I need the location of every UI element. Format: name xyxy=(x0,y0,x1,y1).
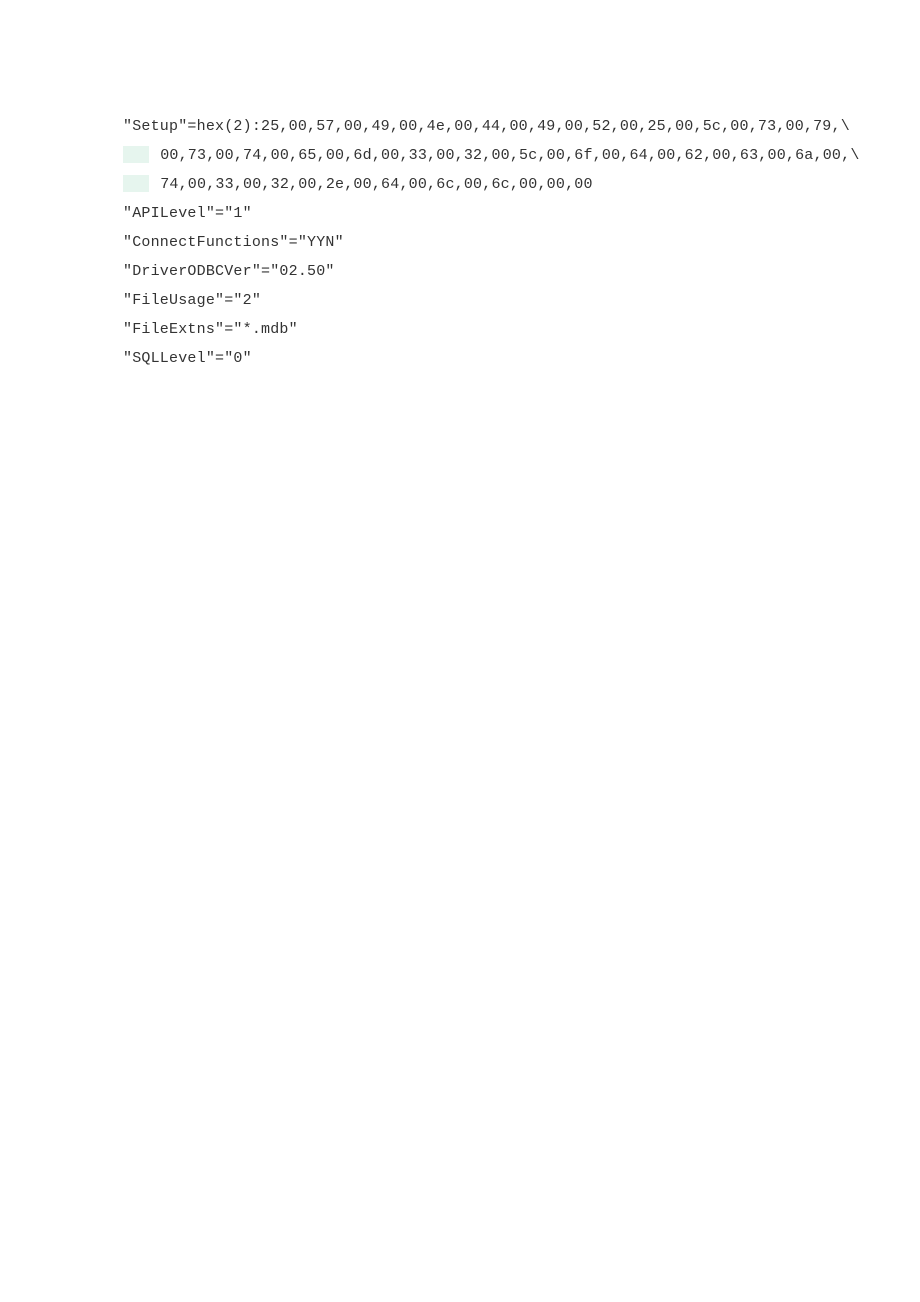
indent-marker xyxy=(123,175,149,192)
code-text: 74,00,33,00,32,00,2e,00,64,00,6c,00,6c,0… xyxy=(160,176,592,193)
code-line: "DriverODBCVer"="02.50" xyxy=(123,257,900,286)
code-line: "ConnectFunctions"="YYN" xyxy=(123,228,900,257)
code-line: "SQLLevel"="0" xyxy=(123,344,900,373)
code-text: 00,73,00,74,00,65,00,6d,00,33,00,32,00,5… xyxy=(160,147,859,164)
code-line: 74,00,33,00,32,00,2e,00,64,00,6c,00,6c,0… xyxy=(123,170,900,199)
code-line: "APILevel"="1" xyxy=(123,199,900,228)
code-line: 00,73,00,74,00,65,00,6d,00,33,00,32,00,5… xyxy=(123,141,900,170)
document-page: "Setup"=hex(2):25,00,57,00,49,00,4e,00,4… xyxy=(0,0,920,373)
code-line: "FileExtns"="*.mdb" xyxy=(123,315,900,344)
code-line: "Setup"=hex(2):25,00,57,00,49,00,4e,00,4… xyxy=(123,112,900,141)
indent-marker xyxy=(123,146,149,163)
code-line: "FileUsage"="2" xyxy=(123,286,900,315)
